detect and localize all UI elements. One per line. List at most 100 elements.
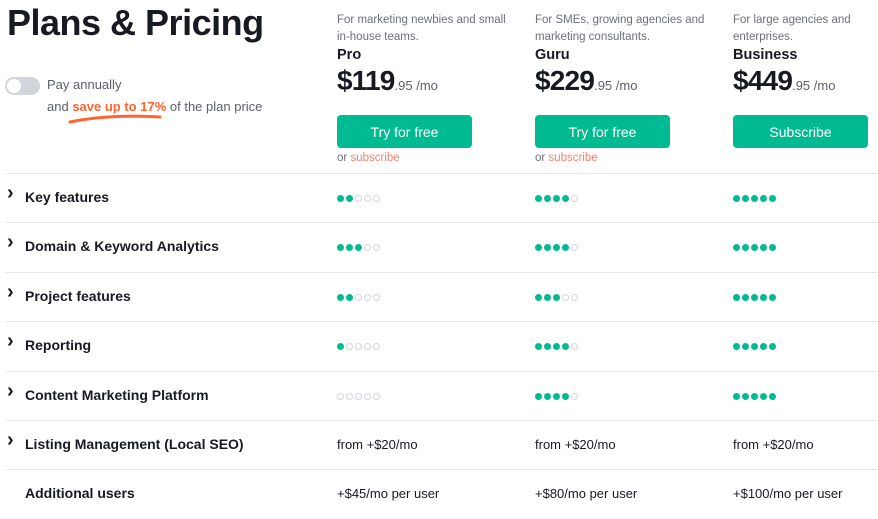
rating-dots [733,392,776,400]
rating-dot-icon [742,244,749,252]
rating-dot-icon [373,293,380,301]
plan-pro: For marketing newbies and small in-house… [337,12,507,164]
rating-dot-icon [337,343,344,351]
feature-value: +$45/mo per user [337,486,440,502]
rating-dot-icon [760,293,767,301]
rating-dot-icon [769,392,776,400]
feature-label[interactable]: Key features [25,189,109,205]
rating-dot-icon [535,293,542,301]
feature-row[interactable]: › Content Marketing Platform [5,370,878,420]
rating-dot-icon [751,244,758,252]
chevron-right-icon[interactable]: › [7,231,14,254]
plan-name: Guru [535,47,570,63]
plan-price: $449.95 /mo [733,66,878,101]
rating-dots [337,293,380,301]
chevron-right-icon[interactable]: › [7,182,14,205]
rating-dot-icon [562,244,569,252]
savings-highlight: save up to 17% [72,99,167,114]
feature-label[interactable]: Content Marketing Platform [25,387,209,403]
rating-dot-icon [373,195,380,202]
rating-dot-icon [571,244,578,252]
subscribe-button[interactable]: Subscribe [733,115,868,148]
rating-dot-icon [751,195,758,202]
rating-dot-icon [562,195,569,202]
feature-row[interactable]: › Reporting [5,321,878,370]
subscribe-link[interactable]: subscribe [350,152,399,164]
rating-dot-icon [751,392,758,400]
feature-label[interactable]: Project features [25,288,131,304]
subscribe-link[interactable]: subscribe [548,152,597,164]
plan-name: Pro [337,47,362,63]
chevron-right-icon[interactable]: › [7,429,14,452]
alt-action: or subscribe [337,152,507,164]
rating-dot-icon [364,293,371,301]
rating-dot-icon [373,392,380,400]
feature-row[interactable]: › Listing Management (Local SEO) from +$20… [5,419,878,469]
rating-dot-icon [346,392,353,400]
rating-dot-icon [346,293,353,301]
chevron-right-icon[interactable]: › [7,330,14,353]
rating-dot-icon [733,195,740,202]
price-main: $449 [733,65,793,96]
rating-dot-icon [733,244,740,252]
rating-dot-icon [553,195,560,202]
rating-dot-icon [553,244,560,252]
rating-dot-icon [544,293,551,301]
pay-annually-label: Pay annually [47,77,122,92]
rating-dot-icon [733,343,740,351]
rating-dot-icon [553,392,560,400]
feature-row[interactable]: › Project features [5,271,878,321]
price-cents: .95 /mo [792,78,836,93]
chevron-right-icon[interactable]: › [7,281,14,304]
feature-label: Additional users [25,485,135,502]
rating-dot-icon [544,392,551,400]
savings-note: and save up to 17% of the plan price [47,99,262,114]
rating-dot-icon [553,343,560,351]
plan-description: For large agencies and enterprises. [733,14,851,43]
feature-label[interactable]: Listing Management (Local SEO) [25,436,244,452]
alt-action: or subscribe [535,152,705,164]
rating-dot-icon [742,195,749,202]
rating-dot-icon [355,195,362,202]
plan-description: For SMEs, growing agencies and marketing… [535,14,705,43]
page-title: Plans & Pricing [7,2,264,43]
rating-dot-icon [760,392,767,400]
feature-label[interactable]: Reporting [25,337,91,353]
feature-row: Additional users +$45/mo per user +$80/mo … [5,469,878,518]
rating-dots [535,343,578,351]
feature-row[interactable]: › Key features [5,173,878,222]
price-main: $229 [535,65,595,96]
rating-dot-icon [742,343,749,351]
price-cents: .95 /mo [394,78,438,93]
rating-dot-icon [337,195,344,202]
feature-row[interactable]: › Domain & Keyword Analytics [5,222,878,271]
plan-description: For marketing newbies and small in-house… [337,14,506,43]
rating-dots [535,244,578,252]
feature-value: +$100/mo per user [733,486,843,502]
rating-dot-icon [364,195,371,202]
plan-guru: For SMEs, growing agencies and marketing… [535,12,705,164]
rating-dots [535,392,578,400]
savings-suffix: of the plan price [169,99,263,114]
highlight-underline-icon [68,114,162,124]
rating-dots [337,195,380,202]
rating-dot-icon [553,293,560,301]
feature-label[interactable]: Domain & Keyword Analytics [25,238,219,254]
rating-dots [535,293,578,301]
price-main: $119 [337,65,395,96]
savings-prefix: and [47,99,69,114]
chevron-right-icon[interactable]: › [7,380,14,403]
plan-price: $119.95 /mo [337,66,507,101]
rating-dot-icon [373,244,380,252]
pay-annually-toggle[interactable] [5,77,40,95]
feature-value: from +$20/mo [733,436,814,452]
rating-dot-icon [751,343,758,351]
try-for-free-button[interactable]: Try for free [337,115,472,148]
rating-dot-icon [769,195,776,202]
plan-price: $229.95 /mo [535,66,705,101]
rating-dots [733,343,776,351]
try-for-free-button[interactable]: Try for free [535,115,670,148]
rating-dot-icon [337,293,344,301]
rating-dots [733,293,776,301]
rating-dot-icon [355,392,362,400]
